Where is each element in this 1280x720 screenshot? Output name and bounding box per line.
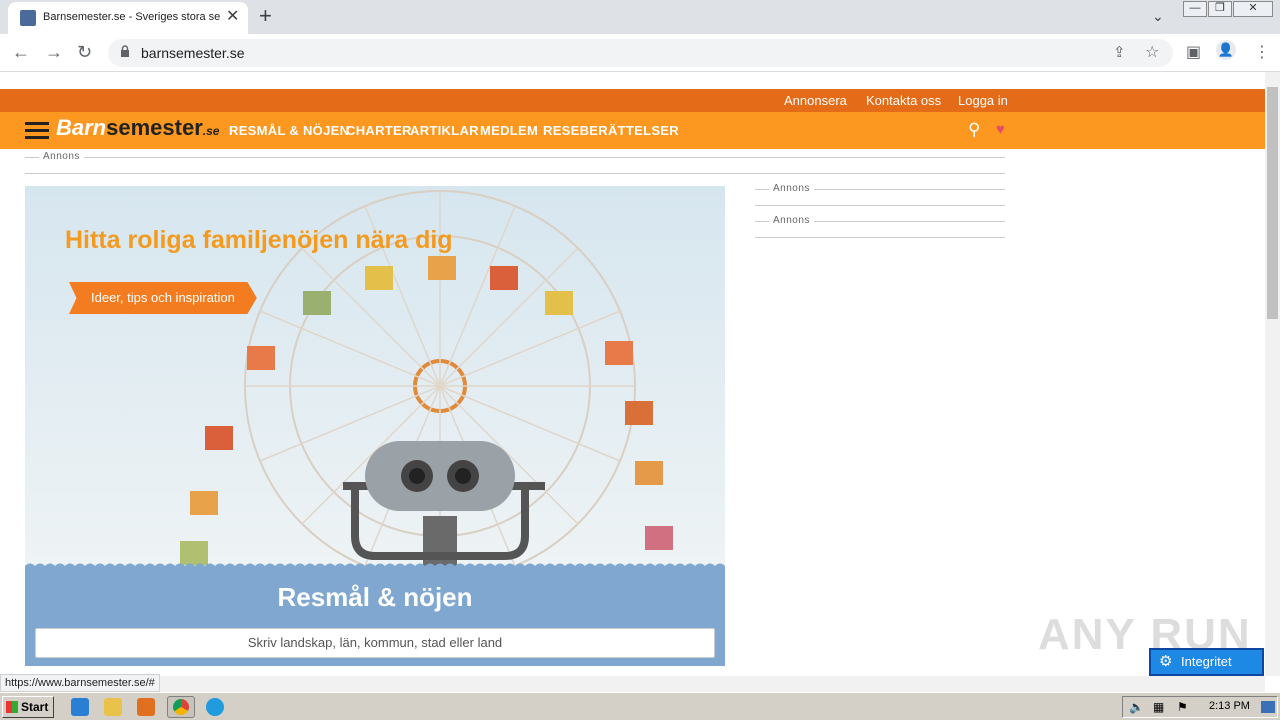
logo-suffix: .se <box>202 124 220 138</box>
favorites-heart-icon[interactable]: ♥ <box>996 121 1005 138</box>
privacy-settings-button[interactable]: ⚙ Integritet <box>1149 648 1264 676</box>
hero-cta-button[interactable]: Ideer, tips och inspiration <box>69 282 257 314</box>
tab-title: Barnsemester.se - Sveriges stora se <box>43 11 221 23</box>
network-icon[interactable]: ▦ <box>1153 700 1164 714</box>
omnibox[interactable]: barnsemester.se ⇪ ☆ <box>108 39 1173 67</box>
login-link[interactable]: Logga in <box>958 93 1008 108</box>
system-tray: 🔈 ▦ ⚑ 2:13 PM <box>1122 696 1278 718</box>
ad-divider <box>755 237 1005 238</box>
clock: 2:13 PM <box>1209 700 1250 712</box>
chrome-icon <box>173 699 189 715</box>
profile-avatar-icon[interactable]: 👤 <box>1216 40 1236 60</box>
nav-articles[interactable]: ARTIKLAR <box>410 123 479 138</box>
ad-divider <box>755 205 1005 206</box>
site-logo[interactable]: Barnsemester.se <box>56 115 219 141</box>
destination-search-input[interactable]: Skriv landskap, län, kommun, stad eller … <box>35 628 715 658</box>
scrollbar-thumb[interactable] <box>1267 87 1278 319</box>
new-tab-icon[interactable]: + <box>259 4 272 28</box>
minimize-icon[interactable]: — <box>1183 1 1207 17</box>
nav-travel-stories[interactable]: RESEBERÄTTELSER <box>543 123 679 138</box>
link-status-bubble: https://www.barnsemester.se/# <box>0 674 160 692</box>
ad-divider <box>25 157 1005 158</box>
volume-icon[interactable]: 🔈 <box>1129 700 1144 714</box>
flag-icon[interactable]: ⚑ <box>1177 700 1188 714</box>
forward-icon[interactable]: → <box>45 42 63 62</box>
hamburger-menu-icon[interactable] <box>25 122 49 140</box>
reload-icon[interactable]: ↻ <box>77 42 92 62</box>
gear-icon: ⚙ <box>1159 653 1173 670</box>
hero-title: Hitta roliga familjenöjen nära dig <box>65 226 453 254</box>
nav-destinations[interactable]: RESMÅL & NÖJEN <box>229 123 349 138</box>
media-player-icon[interactable] <box>137 698 155 716</box>
logo-part1: Barn <box>56 115 107 140</box>
bookmark-star-icon[interactable]: ☆ <box>1145 42 1159 62</box>
search-icon[interactable]: ⚲ <box>968 120 980 140</box>
lock-icon <box>121 45 129 57</box>
nav-member[interactable]: MEDLEM <box>480 123 538 138</box>
start-label: Start <box>21 700 49 714</box>
destination-search-panel: Resmål & nöjen Skriv landskap, län, komm… <box>25 566 725 666</box>
horizontal-scrollbar[interactable] <box>0 676 1265 692</box>
windows-logo-icon <box>6 701 18 713</box>
site-favicon-icon <box>20 10 36 26</box>
start-button[interactable]: Start <box>2 696 54 718</box>
ad-label: Annons <box>769 215 814 226</box>
tab-strip: Barnsemester.se - Sveriges stora se ✕ + … <box>0 0 1280 34</box>
show-desktop-icon[interactable] <box>1261 701 1275 713</box>
ad-divider <box>25 173 1005 174</box>
main-navigation: Barnsemester.se RESMÅL & NÖJEN CHARTER A… <box>0 112 1265 149</box>
privacy-button-label: Integritet <box>1181 654 1232 669</box>
chevron-down-icon[interactable]: ⌄ <box>1152 8 1164 25</box>
nav-charter[interactable]: CHARTER <box>346 123 412 138</box>
share-icon[interactable]: ⇪ <box>1113 43 1126 61</box>
hero-banner[interactable]: Hitta roliga familjenöjen nära dig Ideer… <box>25 186 725 566</box>
back-icon[interactable]: ← <box>12 42 30 62</box>
internet-explorer-icon[interactable] <box>71 698 89 716</box>
close-tab-icon[interactable]: ✕ <box>226 8 239 26</box>
file-explorer-icon[interactable] <box>104 698 122 716</box>
side-panel-icon[interactable]: ▣ <box>1186 42 1201 62</box>
ad-label: Annons <box>39 151 84 162</box>
browser-tab[interactable]: Barnsemester.se - Sveriges stora se ✕ <box>8 2 248 34</box>
ad-label: Annons <box>769 183 814 194</box>
windows-taskbar: Start 🔈 ▦ ⚑ 2:13 PM <box>0 692 1280 720</box>
address-bar: ← → ↻ barnsemester.se ⇪ ☆ ▣ 👤 ⋮ <box>0 34 1280 72</box>
menu-kebab-icon[interactable]: ⋮ <box>1254 42 1270 62</box>
contact-link[interactable]: Kontakta oss <box>866 93 941 108</box>
url-text: barnsemester.se <box>141 45 245 61</box>
web-page: Annonsera Kontakta oss Logga in Barnseme… <box>0 72 1265 676</box>
chrome-taskbar-button[interactable] <box>167 696 195 718</box>
advertise-link[interactable]: Annonsera <box>784 93 847 108</box>
site-topbar: Annonsera Kontakta oss Logga in <box>0 89 1265 112</box>
restore-icon[interactable]: ❐ <box>1208 1 1232 17</box>
edge-icon[interactable] <box>206 698 224 716</box>
search-panel-title: Resmål & nöjen <box>277 582 473 612</box>
close-window-icon[interactable]: ✕ <box>1233 1 1273 17</box>
logo-part2: semester <box>106 115 203 140</box>
vertical-scrollbar[interactable] <box>1265 72 1280 676</box>
